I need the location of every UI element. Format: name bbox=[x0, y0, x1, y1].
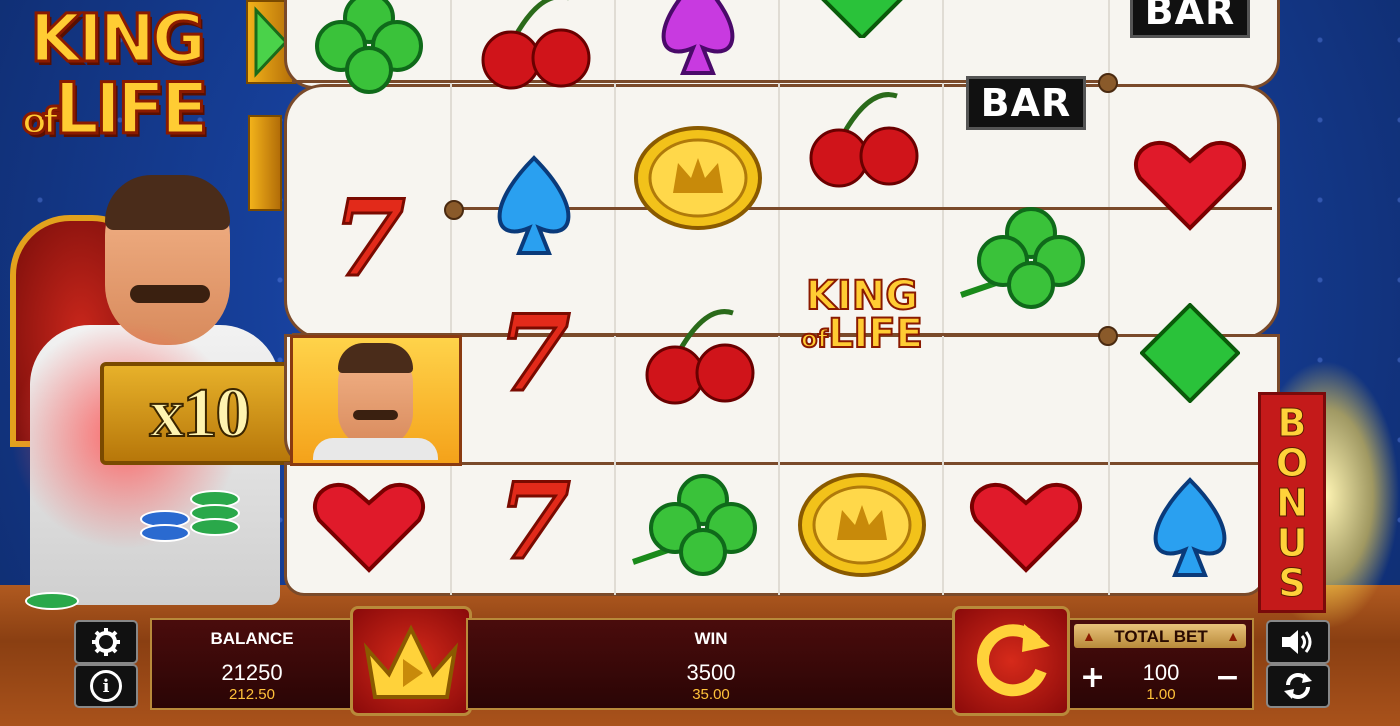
spade-blue-icon bbox=[1153, 476, 1227, 577]
balance-currency: 212.50 bbox=[229, 686, 275, 703]
clover-icon bbox=[632, 473, 757, 576]
symbol-cell bbox=[1108, 462, 1272, 587]
symbol-cell bbox=[616, 462, 780, 587]
cherries-icon bbox=[809, 91, 919, 187]
king-face-symbol bbox=[290, 335, 462, 466]
reels-area: BAR BAR 7 7 KING ofLIFE 7 bbox=[282, 0, 1280, 596]
bet-down-arrow-icon[interactable]: ▲ bbox=[1226, 628, 1240, 644]
symbol-cell: 7 bbox=[287, 174, 451, 301]
bonus-letter: U bbox=[1276, 520, 1308, 565]
symbol-cell bbox=[616, 0, 780, 85]
spade-blue-icon bbox=[497, 154, 571, 255]
total-bet-label: TOTAL BET bbox=[1114, 627, 1208, 646]
settings-button[interactable] bbox=[74, 620, 138, 664]
bonus-letter: O bbox=[1275, 440, 1309, 485]
logo-life-text: LIFE bbox=[53, 67, 210, 152]
symbol-cell: KING ofLIFE bbox=[780, 255, 944, 380]
info-icon: i bbox=[90, 670, 122, 702]
crown-icon bbox=[363, 624, 459, 699]
heart-icon bbox=[969, 482, 1083, 573]
poker-chips bbox=[140, 490, 240, 550]
table-chip bbox=[25, 592, 79, 610]
cherries-icon bbox=[481, 0, 591, 89]
symbol-cell bbox=[452, 140, 616, 265]
king-hair bbox=[105, 175, 230, 230]
symbol-life-text: LIFE bbox=[827, 311, 924, 357]
king-mustache bbox=[130, 285, 210, 303]
multiplier-text: x10 bbox=[149, 374, 252, 453]
total-bet-panel: ▲ TOTAL BET ▲ + 100 1.00 − bbox=[1068, 618, 1254, 710]
bonus-letter: S bbox=[1278, 560, 1306, 605]
symbol-cell: 7 bbox=[452, 289, 616, 416]
diamond-green-icon bbox=[821, 0, 903, 38]
symbol-cell bbox=[616, 115, 780, 240]
clover-icon bbox=[960, 206, 1085, 309]
symbol-cell bbox=[1108, 120, 1272, 245]
speaker-icon bbox=[1282, 630, 1312, 654]
symbol-cell: BAR bbox=[944, 40, 1108, 165]
balance-panel: BALANCE 21250 212.50 bbox=[150, 618, 354, 710]
win-value: 3500 bbox=[686, 660, 736, 685]
bar-symbol: BAR bbox=[1129, 0, 1251, 38]
symbol-king-text: KING bbox=[805, 273, 919, 319]
bet-decrease-button[interactable]: − bbox=[1215, 660, 1240, 695]
symbol-cell bbox=[780, 0, 944, 55]
symbol-cell bbox=[780, 78, 944, 203]
diamond-green-icon bbox=[1140, 302, 1240, 403]
autoplay-button[interactable] bbox=[1266, 664, 1330, 708]
seven-symbol: 7 bbox=[496, 457, 572, 584]
symbol-cell bbox=[944, 462, 1108, 587]
bonus-letter: N bbox=[1276, 480, 1309, 525]
gear-icon bbox=[92, 628, 120, 656]
symbol-cell bbox=[1108, 290, 1272, 415]
heart-icon bbox=[312, 482, 426, 573]
balance-value: 21250 bbox=[221, 660, 283, 685]
symbol-life-line: ofLIFE bbox=[800, 313, 924, 358]
seven-symbol: 7 bbox=[496, 289, 572, 416]
symbol-cell bbox=[616, 295, 780, 420]
crown-coin-icon bbox=[798, 472, 926, 577]
win-panel: WIN 3500 35.00 bbox=[466, 618, 956, 710]
bar-symbol: BAR bbox=[965, 75, 1087, 130]
seven-symbol: 7 bbox=[331, 174, 407, 301]
symbol-cell bbox=[287, 0, 451, 105]
king-of-life-symbol: KING ofLIFE bbox=[800, 273, 924, 358]
spade-purple-icon bbox=[661, 0, 735, 75]
clover-icon bbox=[315, 0, 423, 94]
spin-button[interactable] bbox=[952, 606, 1070, 716]
gamble-button[interactable] bbox=[350, 606, 472, 716]
info-button[interactable]: i bbox=[74, 664, 138, 708]
symbol-cell bbox=[780, 462, 944, 587]
bonus-letter: B bbox=[1277, 400, 1307, 445]
heart-icon bbox=[1133, 140, 1247, 231]
win-label: WIN bbox=[694, 629, 728, 648]
reel-tab-left bbox=[248, 115, 282, 211]
symbol-cell: BAR bbox=[1108, 0, 1272, 73]
sound-button[interactable] bbox=[1266, 620, 1330, 664]
spin-arrow-icon bbox=[977, 624, 1050, 697]
autoplay-icon bbox=[1284, 673, 1312, 699]
multiplier-badge: x10 bbox=[100, 362, 298, 465]
game-logo: KING ofLIFE bbox=[20, 0, 237, 155]
logo-king-text: KING bbox=[28, 0, 207, 79]
win-currency: 35.00 bbox=[692, 686, 730, 703]
symbol-cell bbox=[452, 0, 616, 105]
balance-label: BALANCE bbox=[210, 629, 294, 648]
logo-of-text: of bbox=[20, 100, 59, 144]
logo-life-line: ofLIFE bbox=[20, 67, 210, 152]
crown-coin-icon bbox=[634, 125, 762, 230]
bonus-badge: B O N U S bbox=[1258, 392, 1326, 613]
symbol-cell: 7 bbox=[452, 457, 616, 584]
symbol-cell bbox=[287, 462, 451, 587]
symbol-of-text: of bbox=[800, 324, 829, 354]
symbol-cell bbox=[944, 195, 1108, 320]
cherries-icon bbox=[645, 308, 755, 404]
